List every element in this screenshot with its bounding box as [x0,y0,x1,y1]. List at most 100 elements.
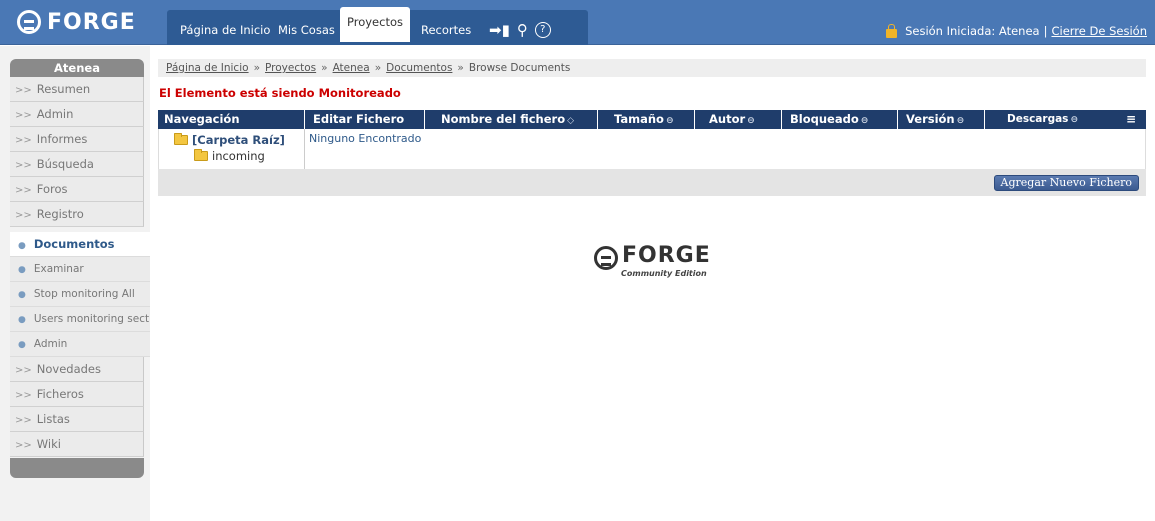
bullet-icon: ● [18,265,26,275]
sidebar-item-novedades[interactable]: >> Novedades [10,357,144,382]
sort-icon: ⊖ [860,116,869,126]
sidebar-item-label: Admin [36,107,74,121]
col-label: Descargas [1007,113,1069,125]
sidebar-item-resumen[interactable]: >> Resumen [10,77,144,102]
login-arrow-icon[interactable]: ➡▮ [489,22,510,38]
sidebar-sub-label: Stop monitoring All [33,288,135,300]
breadcrumb-separator: » [253,62,260,74]
lock-icon [886,23,898,38]
sidebar-item-label: Ficheros [36,387,84,401]
breadcrumb-link[interactable]: Atenea [333,62,370,74]
chevron-right-icon: >> [15,85,32,96]
col-label: Navegación [164,112,240,126]
root-folder-label: [Carpeta Raíz] [192,133,285,147]
sidebar-title: Atenea [10,59,144,77]
column-menu-icon[interactable]: ≡ [1126,110,1136,129]
sort-icon: ⊖ [1070,115,1078,125]
breadcrumb: Página de Inicio » Proyectos » Atenea » Docume… [158,59,1146,77]
sidebar-item-label: Wiki [36,437,61,451]
sidebar-sub-label: Documentos [33,237,115,251]
sidebar-item-busqueda[interactable]: >> Búsqueda [10,152,144,177]
bullet-icon: ● [18,315,26,325]
sidebar-item-ficheros[interactable]: >> Ficheros [10,382,144,407]
logo-text: FORGE [47,9,136,35]
col-version[interactable]: Versión ⊖ [898,110,985,129]
forge-logo[interactable]: FORGE [17,7,136,37]
col-label: Nombre del fichero [441,112,566,126]
col-nombre-fichero[interactable]: Nombre del fichero ◇ [425,110,598,129]
chevron-right-icon: >> [15,160,32,171]
top-bar: FORGE Página de Inicio Mis Cosas Proyect… [0,0,1155,45]
tab-pagina-de-inicio[interactable]: Página de Inicio [180,23,270,37]
sidebar-item-foros[interactable]: >> Foros [10,177,144,202]
chevron-right-icon: >> [15,415,32,426]
col-label: Versión [906,112,955,126]
sidebar-sub-admin[interactable]: ● Admin [10,332,150,357]
sidebar-sub-users-monitoring[interactable]: ● Users monitoring section [10,307,150,332]
tab-proyectos[interactable]: Proyectos [340,7,410,42]
sidebar-item-label: Resumen [36,82,91,96]
edition-text: Community Edition [621,269,707,278]
tab-recortes[interactable]: Recortes [421,23,471,37]
sidebar-item-admin[interactable]: >> Admin [10,102,144,127]
sidebar-item-label: Búsqueda [36,157,94,171]
sort-icon: ⊖ [665,116,674,126]
chevron-right-icon: >> [15,390,32,401]
sidebar-sub-stop-monitoring[interactable]: ● Stop monitoring All [10,282,150,307]
folder-incoming[interactable]: incoming [194,149,265,163]
sidebar-item-label: Novedades [36,362,101,376]
nav-icons: ➡▮ ⚲ ? [489,22,551,38]
sidebar-item-label: Listas [36,412,70,426]
folder-label: incoming [212,149,265,163]
chevron-right-icon: >> [15,135,32,146]
tab-mis-cosas[interactable]: Mis Cosas [278,23,335,37]
chevron-right-icon: >> [15,210,32,221]
logout-link[interactable]: Cierre De Sesión [1051,24,1147,38]
col-label: Bloqueado [790,112,859,126]
session-separator: | [1043,24,1048,38]
sidebar-footer [10,458,144,478]
breadcrumb-separator: » [457,62,464,74]
folder-tree: [Carpeta Raíz] incoming [159,129,305,169]
empty-message: Ninguno Encontrado [309,132,422,145]
session-info: Sesión Iniciada: Atenea | Cierre De Sesi… [886,23,1147,38]
sidebar-sub-label: Admin [33,338,68,350]
session-label: Sesión Iniciada: Atenea [905,24,1040,38]
sidebar-item-label: Registro [36,207,84,221]
forge-logo-icon [594,246,618,270]
sort-icon: ⊖ [956,116,965,126]
sidebar-item-informes[interactable]: >> Informes [10,127,144,152]
sidebar-sub-examinar[interactable]: ● Examinar [10,257,150,282]
col-editar-fichero: Editar Fichero [305,110,425,129]
bullet-icon: ● [18,241,26,251]
chevron-right-icon: >> [15,440,32,451]
sort-icon: ◇ [567,116,575,126]
col-tamano[interactable]: Tamaño ⊖ [598,110,695,129]
bullet-icon: ● [18,290,26,300]
logo-text: FORGE [622,243,711,268]
col-bloqueado[interactable]: Bloqueado ⊖ [782,110,898,129]
add-file-button[interactable]: Agregar Nuevo Fichero [993,175,1139,191]
bullet-icon: ● [18,340,26,350]
sidebar-item-listas[interactable]: >> Listas [10,407,144,432]
sort-icon: ⊖ [747,116,755,126]
col-descargas[interactable]: Descargas ⊖ ≡ [985,110,1146,129]
chevron-right-icon: >> [15,185,32,196]
breadcrumb-link[interactable]: Proyectos [265,62,316,74]
chevron-right-icon: >> [15,365,32,376]
sidebar: Atenea >> Resumen >> Admin >> Informes >> Bú… [0,46,150,521]
search-user-icon[interactable]: ⚲ [517,22,528,38]
sidebar-sub-documentos[interactable]: ● Documentos [10,232,150,257]
sidebar-item-wiki[interactable]: >> Wiki [10,432,144,457]
sidebar-sub-label: Examinar [33,263,84,275]
help-icon[interactable]: ? [534,22,551,38]
root-folder[interactable]: [Carpeta Raíz] [174,133,285,147]
sidebar-item-registro[interactable]: >> Registro [10,202,144,227]
col-autor[interactable]: Autor ⊖ [695,110,782,129]
breadcrumb-link[interactable]: Documentos [386,62,452,74]
sidebar-sub-label: Users monitoring section [33,313,150,325]
table-body: [Carpeta Raíz] incoming Ninguno Encontra… [158,129,1146,169]
col-label: Editar Fichero [313,112,405,126]
breadcrumb-separator: » [321,62,328,74]
breadcrumb-link[interactable]: Página de Inicio [166,62,249,74]
